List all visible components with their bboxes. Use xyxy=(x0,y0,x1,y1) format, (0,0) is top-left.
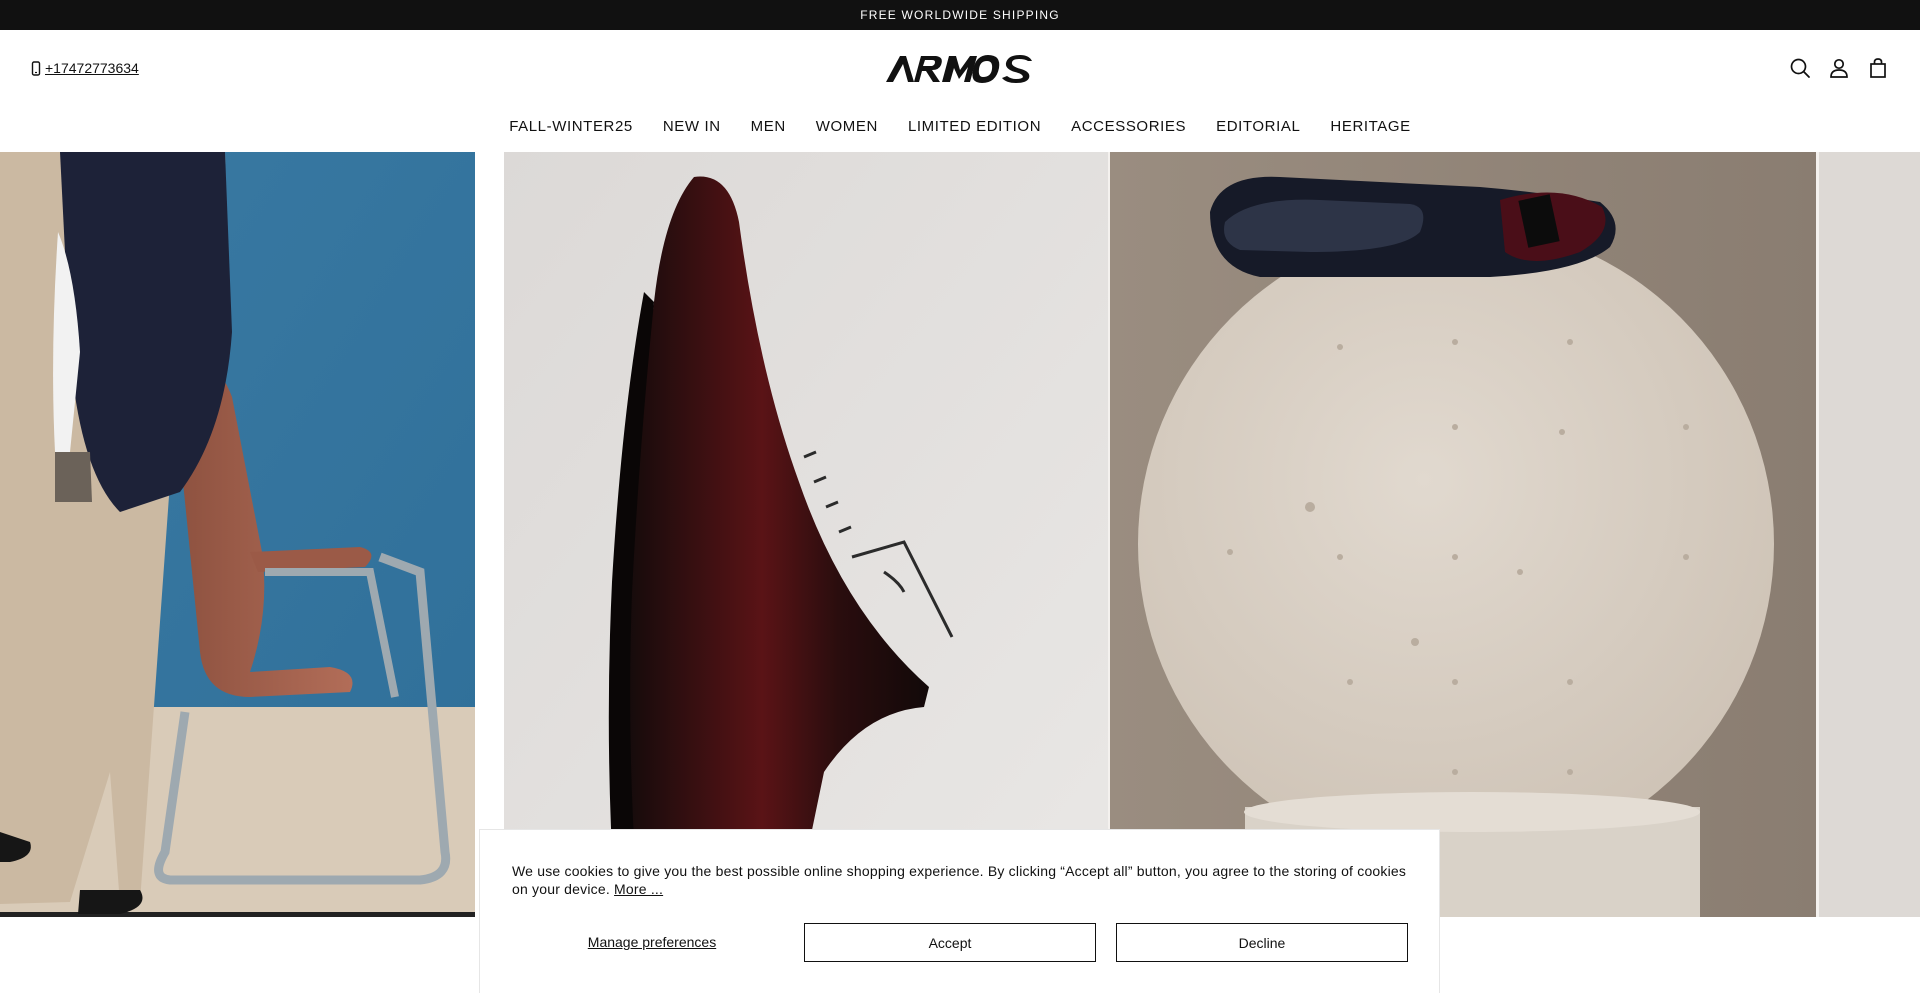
cart-icon[interactable] xyxy=(1866,56,1890,80)
cookie-more-link[interactable]: More ... xyxy=(614,881,663,897)
announcement-bar: FREE WORLDWIDE SHIPPING xyxy=(0,0,1920,30)
nav-item-heritage[interactable]: HERITAGE xyxy=(1330,118,1410,135)
nav-item-limited-edition[interactable]: LIMITED EDITION xyxy=(908,118,1041,135)
cookie-message: We use cookies to give you the best poss… xyxy=(512,862,1412,898)
search-icon[interactable] xyxy=(1788,56,1812,80)
brand-logo[interactable] xyxy=(884,52,1036,86)
manage-preferences-link[interactable]: Manage preferences xyxy=(512,923,792,961)
decline-button[interactable]: Decline xyxy=(1116,923,1408,962)
header-actions xyxy=(1788,56,1890,80)
cookie-consent-banner: We use cookies to give you the best poss… xyxy=(479,829,1440,993)
hero-slide-loafer-stone[interactable] xyxy=(1110,152,1816,917)
nav-item-accessories[interactable]: ACCESSORIES xyxy=(1071,118,1186,135)
nav-item-editorial[interactable]: EDITORIAL xyxy=(1216,118,1300,135)
nav-item-new-in[interactable]: NEW IN xyxy=(663,118,721,135)
hero-slide-oxford-shoe[interactable] xyxy=(504,152,1108,917)
nav-item-women[interactable]: WOMEN xyxy=(816,118,878,135)
main-navigation: FALL-WINTER25 NEW IN MEN WOMEN LIMITED E… xyxy=(0,118,1920,135)
site-header: +17472773634 FALL-WINTER25 NEW IN MEN WO… xyxy=(0,30,1920,152)
nav-item-fall-winter25[interactable]: FALL-WINTER25 xyxy=(509,118,633,135)
phone-number: +17472773634 xyxy=(45,60,139,76)
phone-icon xyxy=(31,60,42,76)
phone-link[interactable]: +17472773634 xyxy=(31,60,139,76)
nav-item-men[interactable]: MEN xyxy=(751,118,786,135)
accept-button[interactable]: Accept xyxy=(804,923,1096,962)
hero-slide-next-peek[interactable] xyxy=(1819,152,1920,917)
account-icon[interactable] xyxy=(1827,56,1851,80)
hero-carousel[interactable] xyxy=(0,152,1920,917)
hero-slide-model-chair[interactable] xyxy=(0,152,475,917)
announcement-text: FREE WORLDWIDE SHIPPING xyxy=(860,8,1060,22)
